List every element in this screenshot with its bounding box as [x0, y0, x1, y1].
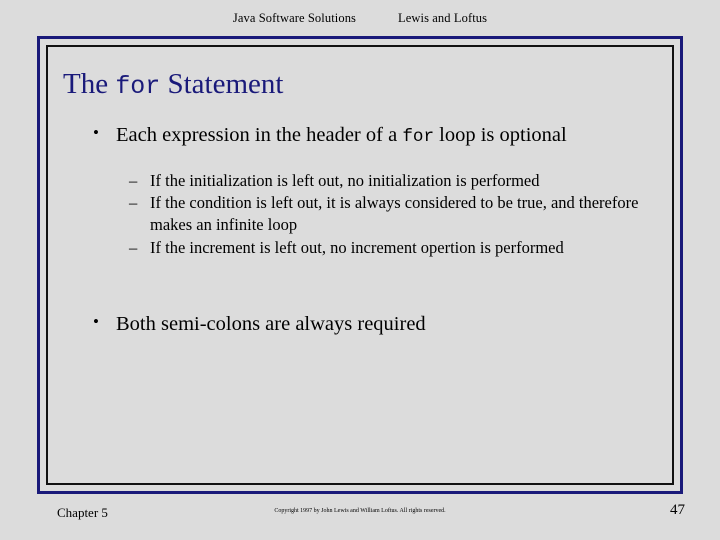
bullet-marker: • [93, 312, 99, 331]
footer-page-number: 47 [670, 502, 685, 518]
sub-bullet-increment: – If the increment is left out, no incre… [129, 237, 659, 259]
sub-bullet-marker: – [129, 237, 138, 257]
slide-title-prefix: The [63, 68, 116, 100]
slide-content-area: The for Statement • Each expression in t… [48, 47, 672, 483]
bullet-item-expression-optional: • Each expression in the header of a for… [93, 122, 567, 149]
sub-bullet-condition: – If the condition is left out, it is al… [129, 192, 659, 236]
header-authors: Lewis and Loftus [398, 11, 488, 25]
sub-bullet-text: If the condition is left out, it is alwa… [150, 193, 639, 235]
bullet-text: Both semi-colons are always required [116, 313, 426, 335]
slide-inner-border: The for Statement • Each expression in t… [46, 45, 674, 485]
slide-running-header: Java Software Solutions Lewis and Loftus [0, 11, 720, 26]
bullet-marker: • [93, 123, 99, 142]
sub-bullet-marker: – [129, 193, 138, 213]
bullet-item-semicolons-required: • Both semi-colons are always required [93, 311, 426, 338]
bullet-text-prefix: Each expression in the header of a [116, 124, 403, 146]
sub-bullet-text: If the increment is left out, no increme… [150, 237, 564, 257]
slide-title-keyword: for [115, 73, 161, 101]
slide-title-suffix: Statement [160, 68, 284, 100]
sub-bullet-marker: – [129, 171, 138, 190]
sub-bullet-list: – If the initialization is left out, no … [129, 170, 659, 259]
slide-outer-border: The for Statement • Each expression in t… [37, 36, 683, 494]
bullet-text-keyword: for [402, 127, 435, 147]
sub-bullet-text: If the initialization is left out, no in… [150, 171, 540, 190]
header-book-title: Java Software Solutions [232, 11, 357, 25]
slide-title: The for Statement [63, 68, 284, 101]
bullet-text-suffix: loop is optional [434, 124, 567, 146]
sub-bullet-initialization: – If the initialization is left out, no … [129, 170, 659, 192]
bullet-text: Each expression in the header of a for l… [116, 122, 567, 149]
